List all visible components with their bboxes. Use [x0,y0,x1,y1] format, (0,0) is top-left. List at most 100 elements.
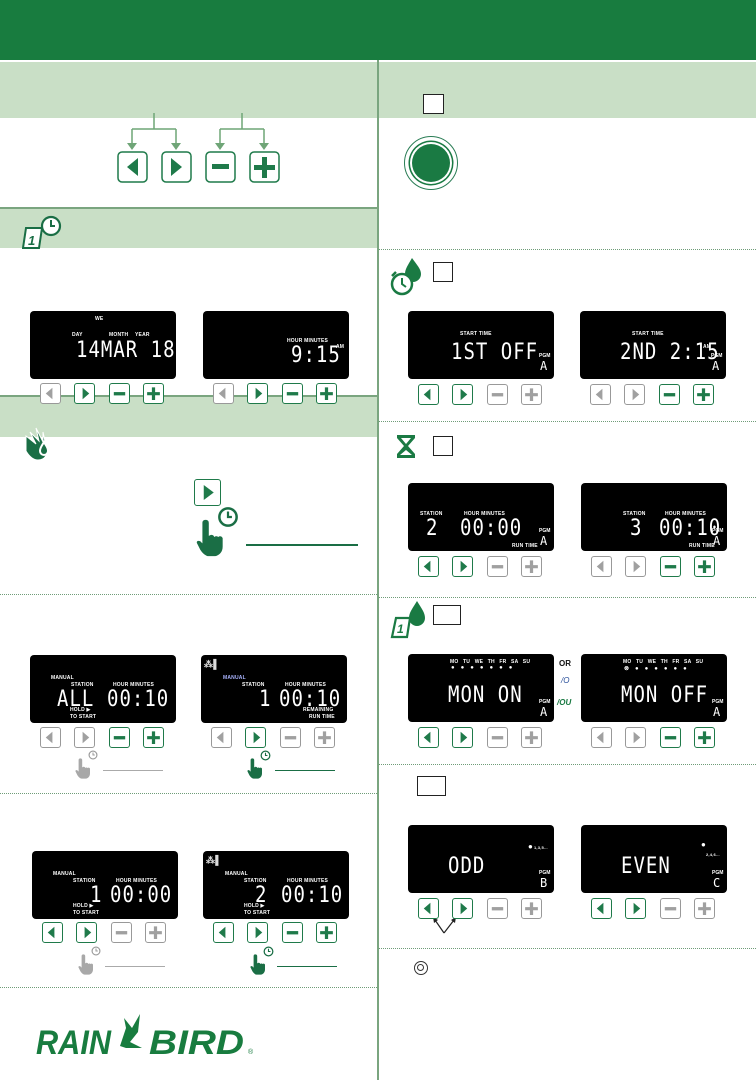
left-arrow-button[interactable] [42,922,63,943]
right-arrow-button[interactable] [74,727,95,748]
right-arrow-button[interactable] [625,556,646,577]
minus-button[interactable] [660,898,681,919]
plus-icon [320,926,333,940]
hourglass-icon [397,435,415,458]
round-button-icon[interactable] [404,136,458,190]
divider [379,421,756,422]
minus-button[interactable] [659,384,680,405]
rule-line [103,770,163,771]
right-arrow-button[interactable] [625,898,646,919]
plus-icon [525,902,538,916]
left-arrow-icon [45,731,53,744]
minus-button[interactable] [660,727,681,748]
lcd-start-time-1: START TIME 1ST OFF PGM A [408,311,554,379]
right-arrow-button[interactable] [245,727,266,748]
clock-icon [263,946,274,957]
right-arrow-button[interactable] [247,383,268,404]
lcd-text: 14MAR 18 [76,337,176,363]
plus-icon [320,387,333,401]
right-arrow-button[interactable] [452,384,473,405]
minus-button[interactable] [109,727,130,748]
minus-icon [115,931,128,935]
left-arrow-button[interactable] [591,727,612,748]
minus-button[interactable] [487,556,508,577]
right-arrow-button[interactable] [247,922,268,943]
left-arrow-button[interactable] [213,922,234,943]
plus-button[interactable] [314,727,335,748]
plus-button[interactable] [694,556,715,577]
right-arrow-button[interactable] [452,556,473,577]
hand-water-icon [25,427,49,461]
divider [379,764,756,765]
left-arrow-icon [423,731,431,744]
right-arrow-button[interactable] [74,383,95,404]
plus-icon [525,388,538,402]
left-arrow-button[interactable] [590,384,611,405]
left-arrow-button[interactable] [591,556,612,577]
plus-button[interactable] [145,922,166,943]
header-bar [0,0,756,60]
lcd-text: REMAINING [303,707,334,713]
minus-button[interactable] [487,727,508,748]
lcd-text: 00:10 [107,686,170,712]
plus-button[interactable] [143,727,164,748]
plus-button[interactable] [521,727,542,748]
plus-button[interactable] [143,383,164,404]
lcd-text: A [712,359,720,373]
left-arrow-icon [596,560,604,573]
right-arrow-button[interactable] [76,922,97,943]
left-arrow-button[interactable] [40,383,61,404]
right-arrow-button[interactable] [625,727,646,748]
right-arrow-button[interactable] [194,479,221,506]
lcd-water-day-off: MO TU WE TH FR SA SU ⊗●●●●●● MON OFF PGM… [581,654,727,722]
right-arrow-icon [255,387,263,400]
lcd-text: HOLD ▶ [73,903,94,909]
plus-button[interactable] [316,383,337,404]
plus-button[interactable] [521,898,542,919]
left-arrow-icon [45,387,53,400]
minus-button[interactable] [109,383,130,404]
left-arrow-button[interactable] [213,383,234,404]
left-arrow-icon [423,560,431,573]
lcd-text: 1,3,5... [534,845,548,850]
lcd-text: HOLD ▶ [70,707,91,713]
lcd-manual-station-1: MANUAL STATION HOUR MINUTES 1 00:00 HOLD… [32,851,178,919]
left-arrow-button[interactable] [591,898,612,919]
plus-button[interactable] [694,727,715,748]
plus-button[interactable] [316,922,337,943]
minus-button[interactable] [282,922,303,943]
minus-button[interactable] [487,384,508,405]
lcd-text: A [713,534,721,548]
minus-button[interactable] [282,383,303,404]
right-arrow-button[interactable] [452,727,473,748]
minus-button[interactable] [111,922,132,943]
minus-icon [491,565,504,569]
right-arrow-button[interactable] [452,898,473,919]
right-arrow-icon [460,902,468,915]
lcd-text: START TIME [632,331,664,337]
left-arrow-button[interactable] [418,556,439,577]
left-arrow-button[interactable] [418,384,439,405]
left-arrow-icon [47,926,55,939]
left-arrow-button[interactable] [40,727,61,748]
left-arrow-icon [595,388,603,401]
left-arrow-button[interactable] [418,727,439,748]
lcd-text: EVEN [621,853,671,879]
plus-button[interactable] [521,384,542,405]
plus-button[interactable] [693,384,714,405]
left-arrow-button[interactable] [418,898,439,919]
lcd-even: ● 2,4,6... EVEN PGM C [581,825,727,893]
plus-button[interactable] [521,556,542,577]
lcd-symbol: ●●●●●●● [451,665,519,671]
left-arrow-button[interactable] [211,727,232,748]
plus-button[interactable] [694,898,715,919]
left-arrow-icon [218,387,226,400]
clock-icon [217,506,239,528]
svg-text:1: 1 [28,233,35,248]
minus-button[interactable] [660,556,681,577]
right-arrow-button[interactable] [624,384,645,405]
minus-icon [284,736,297,740]
lcd-text: 2 [426,515,439,541]
minus-button[interactable] [280,727,301,748]
minus-button[interactable] [487,898,508,919]
